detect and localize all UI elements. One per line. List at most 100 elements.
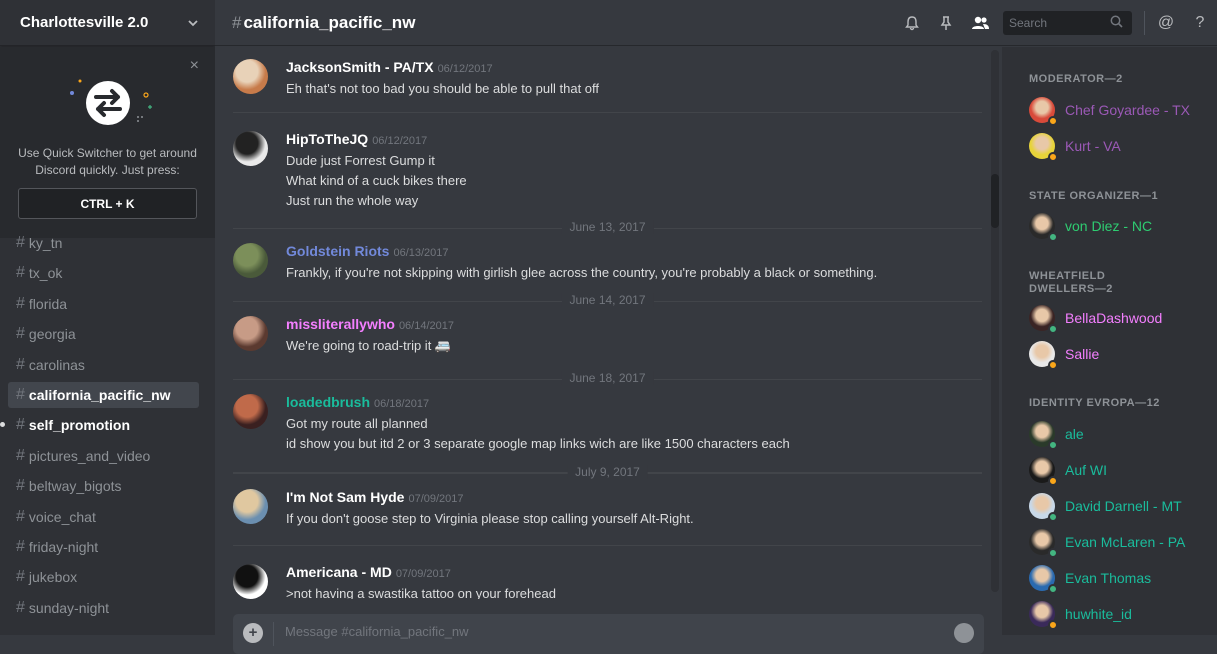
avatar [1029,601,1058,630]
message-body: JacksonSmith - PA/TX 06/12/2017 Eh that's … [286,59,982,99]
channel-item[interactable]: # carolinas [8,352,199,378]
server-header[interactable]: Charlottesville 2.0 [0,0,215,46]
avatar[interactable] [233,59,268,94]
bell-icon[interactable] [895,0,929,46]
channel-label: voice_chat [28,508,96,525]
online-status-icon [1048,584,1058,594]
avatar [1029,421,1058,450]
hash-icon: # [16,234,25,251]
message-body: HipToTheJQ 06/12/2017 Dude just Forrest Gu… [286,131,982,211]
message-input[interactable]: + Message #california_pacific_nw [233,614,984,654]
upload-button[interactable]: + [243,623,263,643]
scrollbar-thumb[interactable] [991,174,999,228]
hash-icon: # [16,537,25,555]
avatar[interactable] [233,564,268,599]
server-name: Charlottesville 2.0 [20,14,149,31]
avatar[interactable] [233,131,268,166]
channel-item[interactable]: # pictures_and_video [8,443,199,469]
timestamp: 06/12/2017 [437,63,493,75]
member-item[interactable]: Kurt - VA [1029,130,1121,162]
channel-item[interactable]: # ky_tn [8,230,199,256]
channel-item[interactable]: # voice_chat [8,504,199,530]
member-name: Sallie [1065,346,1100,362]
channel-item[interactable]: # florida [8,291,199,317]
channel-item[interactable]: # beltway_bigots [8,473,199,499]
channel-label: tx_ok [28,265,63,282]
avatar[interactable] [233,489,268,524]
pin-icon[interactable] [929,0,963,46]
timestamp: 06/18/2017 [374,398,430,410]
channel-item[interactable]: # sunday-night [8,595,199,621]
scrollbar-track[interactable] [991,50,999,592]
channel-item[interactable]: # friday-night [8,534,199,560]
avatar [1029,213,1058,242]
message-body: Goldstein Riots 06/13/2017 Frankly, if you… [286,243,982,283]
member-item[interactable]: ale [1029,418,1084,450]
member-item[interactable]: BellaDashwood [1029,302,1162,334]
username[interactable]: loadedbrush [286,394,370,410]
member-item[interactable]: Chef Goyardee - TX [1029,94,1190,126]
timestamp: 06/12/2017 [372,135,428,147]
username[interactable]: Americana - MD [286,564,392,580]
channel-label: georgia [28,326,76,343]
avatar [1029,457,1058,486]
channel-label: sunday-night [28,599,110,616]
channel-label: pictures_and_video [28,447,151,464]
member-item[interactable]: David Darnell - MT [1029,490,1182,522]
channel-item[interactable]: # georgia [8,321,199,347]
message-placeholder: Message #california_pacific_nw [285,624,469,639]
message-body: Americana - MD 07/09/2017 >not having a sw… [286,564,982,599]
message-list: JacksonSmith - PA/TX 06/12/2017 Eh that's … [215,47,1002,599]
online-status-icon [1048,440,1058,450]
shortcut-button[interactable]: CTRL + K [18,188,197,219]
at-icon[interactable]: @ [1149,0,1183,46]
username[interactable]: missliterallywho [286,316,395,332]
member-item[interactable]: Evan Thomas [1029,562,1151,594]
member-item[interactable]: von Diez - NC [1029,210,1152,242]
hash-icon: # [16,598,25,616]
avatar[interactable] [233,243,268,278]
avatar[interactable] [233,394,268,429]
member-item[interactable]: Evan McLaren - PA [1029,526,1185,558]
message-divider [233,545,982,546]
member-name: BellaDashwood [1065,310,1163,326]
member-name: Evan McLaren - PA [1065,534,1186,550]
member-item[interactable]: Sallie [1029,338,1099,370]
message-text: Frankly, if you're not skipping with gir… [286,265,878,280]
emoji-icon[interactable] [954,623,974,643]
search-input[interactable]: Search [1003,11,1132,35]
unread-indicator [0,422,5,428]
message-header: Americana - MD 07/09/2017 [286,564,982,580]
channel-item[interactable]: # self_promotion [0,412,199,438]
message-text: id show you but itd 2 or 3 separate goog… [286,436,790,451]
input-divider [273,622,274,646]
channel-item[interactable]: # tx_ok [8,260,199,286]
hash-icon: # [16,507,25,525]
message-group: JacksonSmith - PA/TX 06/12/2017 Eh that's … [233,59,982,99]
avatar [1029,341,1058,370]
member-item[interactable]: Auf WI [1029,454,1107,486]
username[interactable]: Goldstein Riots [286,243,389,259]
username[interactable]: I'm Not Sam Hyde [286,489,404,505]
help-icon[interactable]: ? [1183,0,1217,46]
channel-list: # ky_tn # tx_ok # florida # georgia # carolinas # c… [0,230,215,625]
message-header: missliterallywho 06/14/2017 [286,316,982,332]
hash-icon: # [16,477,25,495]
date-label: June 18, 2017 [561,371,654,385]
timestamp: 06/14/2017 [398,320,454,332]
username[interactable]: JacksonSmith - PA/TX [286,59,434,75]
members-icon[interactable] [963,0,997,46]
channel-label: self_promotion [28,417,131,434]
member-item[interactable]: huwhite_id [1029,598,1132,630]
idle-status-icon [1048,476,1058,486]
message-text: Dude just Forrest Gump it [286,153,435,168]
avatar[interactable] [233,316,268,351]
channel-item[interactable]: # california_pacific_nw [8,381,199,408]
chevron-down-icon[interactable] [187,17,199,29]
channel-title: # california_pacific_nw [232,13,415,33]
channel-label: friday-night [28,538,99,555]
username[interactable]: HipToTheJQ [286,131,368,147]
idle-status-icon [1048,152,1058,162]
channel-item[interactable]: # jukebox [8,564,199,590]
close-icon[interactable]: × [190,57,199,75]
